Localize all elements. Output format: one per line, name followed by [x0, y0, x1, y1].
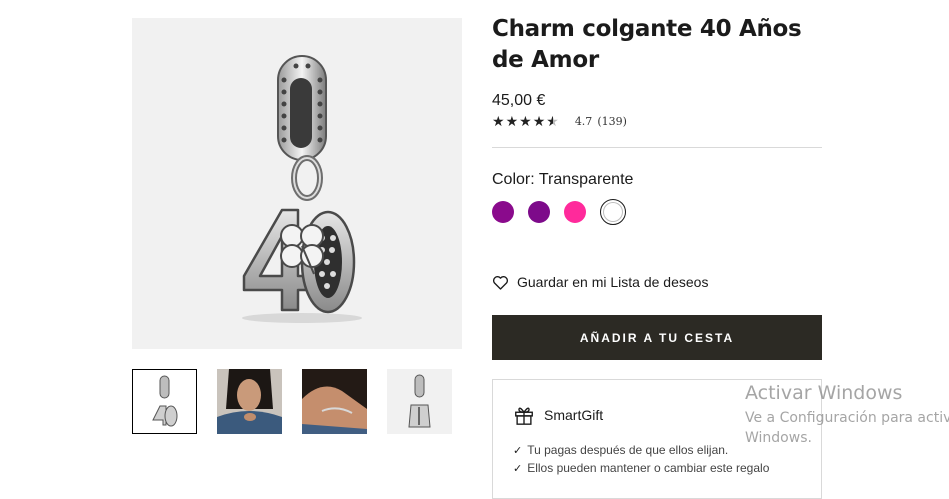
star-icon: ★ — [505, 113, 519, 129]
wishlist-link[interactable]: Guardar en mi Lista de deseos — [492, 272, 708, 292]
wishlist-label: Guardar en mi Lista de deseos — [517, 274, 709, 290]
model-face-image — [217, 369, 282, 434]
swatch-pink[interactable] — [564, 201, 586, 223]
smartgift-benefit-text: Ellos pueden mantener o cambiar este reg… — [527, 461, 770, 475]
gift-icon — [515, 407, 533, 425]
color-selected-value: Transparente — [538, 171, 634, 188]
check-icon: ✓ — [513, 445, 523, 457]
rating-value: 4.7 — [574, 114, 593, 128]
add-to-cart-button[interactable]: AÑADIR A TU CESTA — [492, 315, 822, 360]
rating-stars: ★ ★ ★ ★ ★ — [492, 114, 559, 128]
charm-side-image — [387, 369, 452, 434]
thumbnail-charm-front[interactable] — [132, 369, 197, 434]
thumbnail-model-wrist[interactable] — [302, 369, 367, 434]
smartgift-title: SmartGift — [544, 407, 604, 423]
thumbnail-charm-side[interactable] — [387, 369, 452, 434]
star-icon: ★ — [492, 113, 505, 129]
heart-icon — [492, 275, 509, 290]
color-label-prefix: Color: — [492, 171, 535, 188]
product-title: Charm colgante 40 Años de Amor — [492, 16, 802, 73]
rating-row[interactable]: ★ ★ ★ ★ ★ 4.7 (139) — [492, 113, 627, 129]
smartgift-panel: SmartGift ✓ Tu pagas después de que ellos… — [492, 379, 822, 499]
thumbnail-model-face[interactable] — [217, 369, 282, 434]
color-label: Color: Transparente — [492, 171, 633, 189]
model-wrist-image — [302, 369, 367, 434]
smartgift-benefit: ✓ Tu pagas después de que ellos elijan. — [513, 443, 728, 457]
star-icon: ★ — [519, 113, 532, 129]
swatch-purple[interactable] — [528, 201, 550, 223]
product-main-image[interactable] — [132, 18, 462, 349]
review-count[interactable]: (139) — [597, 115, 627, 128]
swatch-transparent[interactable] — [600, 199, 626, 225]
charm-illustration — [242, 55, 362, 323]
divider — [492, 147, 822, 148]
product-price: 45,00 € — [492, 92, 546, 109]
charm-thumb-image — [133, 370, 196, 433]
smartgift-benefit-text: Tu pagas después de que ellos elijan. — [527, 443, 729, 457]
star-icon: ★ — [532, 113, 546, 129]
half-star-icon: ★ — [546, 113, 559, 129]
smartgift-benefit: ✓ Ellos pueden mantener o cambiar este re… — [513, 461, 769, 475]
swatch-violet[interactable] — [492, 201, 514, 223]
smartgift-header[interactable]: SmartGift — [513, 404, 603, 426]
check-icon: ✓ — [513, 463, 523, 475]
